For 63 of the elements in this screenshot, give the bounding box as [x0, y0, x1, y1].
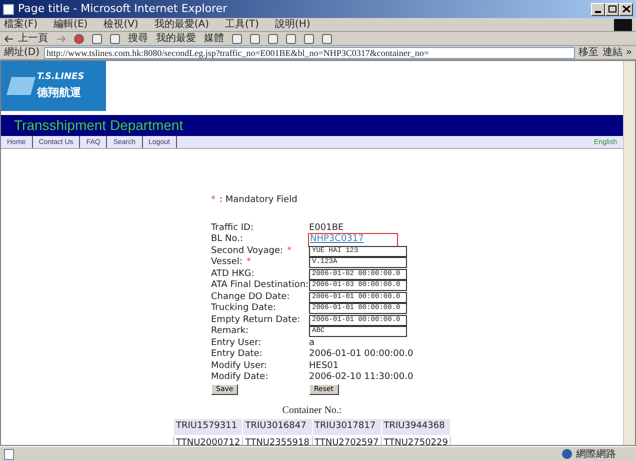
minimize-button[interactable]: [591, 2, 605, 16]
maximize-button[interactable]: [605, 2, 619, 16]
mandatory-note: : Mandatory Field: [220, 195, 298, 206]
required-mark: *: [211, 195, 216, 206]
field-label: Traffic ID:: [211, 222, 254, 232]
field-value: HES01: [309, 360, 339, 372]
field-label: Trucking Date:: [211, 303, 276, 313]
field-label: Entry Date:: [211, 349, 262, 359]
window-title: Page title - Microsoft Internet Explorer: [18, 0, 228, 17]
table-cell: TRIU3016847: [242, 418, 312, 435]
globe-icon: [562, 449, 572, 459]
page-icon: [4, 448, 14, 460]
page-icon: [3, 4, 14, 14]
address-label: 網址(D): [4, 46, 40, 59]
media-button[interactable]: 媒體: [204, 32, 224, 45]
address-field[interactable]: http://www.tslines.com.hk:8080/secondLeg.jsp?traffic_no=E001BE&bl_no=NHP3C0317&container_no=: [44, 46, 575, 58]
field-label: Modify Date:: [211, 372, 268, 382]
bl-number-link[interactable]: NHP3C0317: [309, 234, 397, 246]
status-zone: 網際網路: [576, 448, 616, 461]
table-cell: TRIU1579311: [174, 418, 243, 435]
menu-item[interactable]: 檢視(V): [104, 18, 138, 31]
container-title: Container No.:: [281, 404, 343, 418]
back-button[interactable]: 上一頁: [4, 32, 48, 45]
maximize-icon: [606, 4, 618, 14]
field-value: a: [309, 338, 315, 349]
field-label: ATA Final Destination:: [211, 280, 309, 290]
stop-icon[interactable]: [74, 34, 84, 44]
menu-item[interactable]: 工具(T): [225, 18, 259, 31]
banner-title: Transshipment Department: [1, 115, 623, 136]
field-label: Vessel:: [211, 257, 242, 267]
logo-chinese-text: 德翔航運: [37, 84, 82, 100]
go-button[interactable]: 移至: [578, 46, 599, 59]
field-label: Remark:: [211, 326, 249, 336]
forward-arrow-icon: [56, 34, 66, 42]
table-cell: TRIU3017817: [312, 418, 382, 435]
table-cell: TTNU2000712: [174, 435, 243, 445]
field-value: 2006-01-01 00:00:00.0: [309, 349, 414, 360]
field-label: Empty Return Date:: [211, 314, 300, 324]
minimize-icon: [595, 10, 601, 13]
field-label: Change DO Date:: [211, 292, 290, 302]
field-value: 2006-02-10 11:30:00.0: [309, 372, 414, 384]
menu-item[interactable]: 我的最愛(A): [154, 18, 209, 31]
table-cell: TRIU3944368: [381, 418, 450, 435]
links-button[interactable]: 連結 »: [602, 46, 632, 59]
scrollbar[interactable]: [623, 61, 635, 445]
field-value: E001BE: [309, 222, 344, 234]
close-icon: [620, 4, 632, 14]
field-label: Entry User:: [211, 338, 262, 348]
search-button[interactable]: 搜尋: [128, 32, 148, 45]
field-label: Modify User:: [211, 360, 268, 370]
required-mark: *: [287, 246, 292, 256]
field-label: Second Voyage:: [211, 246, 284, 256]
menu-item[interactable]: 檔案(F): [4, 18, 38, 31]
menu-item[interactable]: 說明(H): [274, 18, 310, 31]
logo-text: T.S.LINES: [37, 71, 84, 84]
logo-mark-icon: [6, 77, 36, 95]
back-arrow-icon: [4, 34, 14, 42]
favorites-button[interactable]: 我的最愛: [156, 32, 196, 45]
close-button[interactable]: [619, 2, 633, 16]
field-label: ATD HKG:: [211, 268, 254, 278]
field-label: BL No.:: [211, 234, 244, 244]
menu-item[interactable]: 編輯(E): [54, 18, 88, 31]
required-mark: *: [246, 257, 251, 267]
